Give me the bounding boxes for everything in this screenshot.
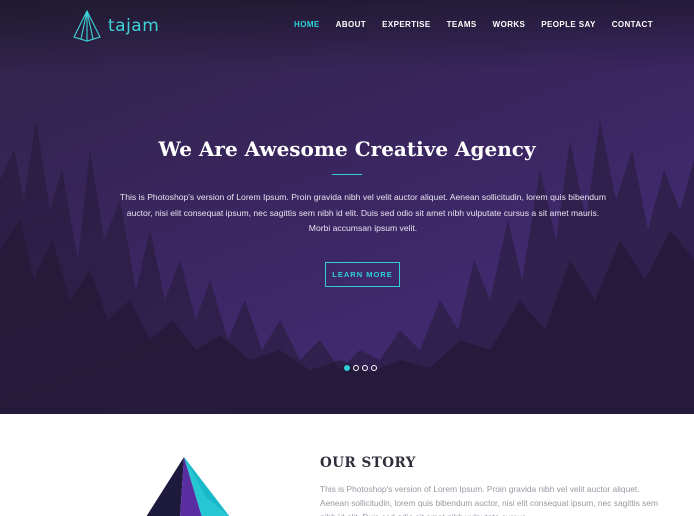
title-divider <box>332 174 362 175</box>
nav-item-teams[interactable]: TEAMS <box>447 20 477 29</box>
main-nav: HOME ABOUT EXPERTISE TEAMS WORKS PEOPLE … <box>294 20 653 29</box>
nav-item-expertise[interactable]: EXPERTISE <box>382 20 431 29</box>
story-pyramid-image <box>146 457 230 516</box>
nav-item-about[interactable]: ABOUT <box>336 20 366 29</box>
hero-text: This is Photoshop's version of Lorem Ips… <box>119 192 606 233</box>
slider-dot-4[interactable] <box>371 365 377 371</box>
slider-dot-2[interactable] <box>353 365 359 371</box>
hero-section: tajam HOME ABOUT EXPERTISE TEAMS WORKS P… <box>0 0 694 414</box>
story-title: OUR STORY <box>320 455 416 471</box>
nav-item-contact[interactable]: CONTACT <box>612 20 653 29</box>
slider-dots <box>344 365 377 371</box>
learn-more-button[interactable]: LEARN MORE <box>325 262 400 287</box>
hero-title: We Are Awesome Creative Agency <box>158 137 536 161</box>
nav-item-people-say[interactable]: PEOPLE SAY <box>541 20 595 29</box>
story-text: This is Photoshop's version of Lorem Ips… <box>320 484 658 516</box>
brand-name: tajam <box>108 16 160 36</box>
pyramid-logo-icon <box>73 10 101 42</box>
nav-item-works[interactable]: WORKS <box>493 20 526 29</box>
nav-item-home[interactable]: HOME <box>294 20 320 29</box>
slider-dot-1[interactable] <box>344 365 350 371</box>
slider-dot-3[interactable] <box>362 365 368 371</box>
brand-logo[interactable]: tajam <box>72 10 159 42</box>
